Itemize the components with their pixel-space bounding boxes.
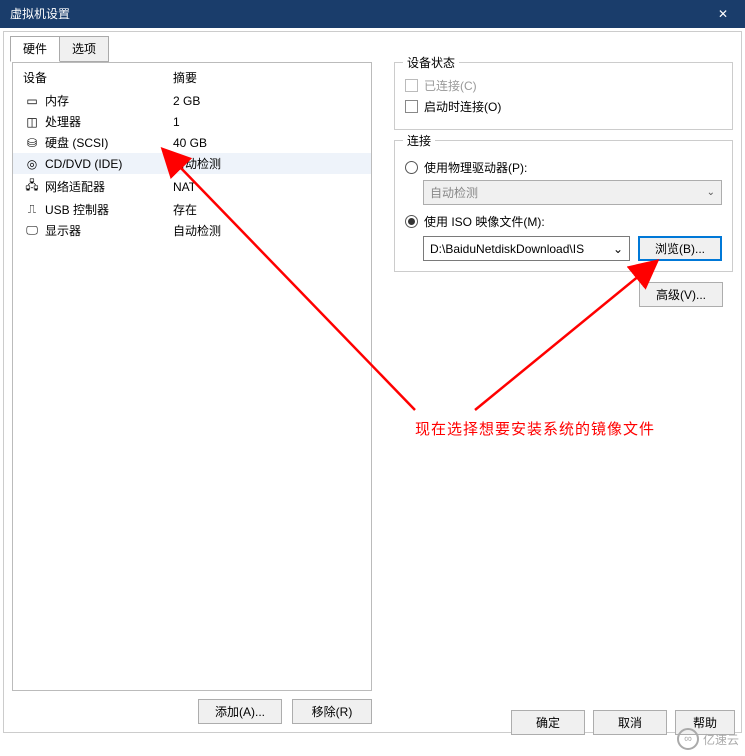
device-row-network[interactable]: 🖧 网络适配器 NAT bbox=[13, 174, 371, 199]
iso-path-value: D:\BaiduNetdiskDownload\IS bbox=[430, 242, 584, 256]
cpu-icon: ◫ bbox=[23, 115, 41, 129]
advanced-button[interactable]: 高级(V)... bbox=[639, 282, 723, 307]
device-row-display[interactable]: 🖵 显示器 自动检测 bbox=[13, 220, 371, 241]
device-summary: 自动检测 bbox=[173, 155, 221, 172]
checkbox-icon bbox=[405, 100, 418, 113]
browse-button[interactable]: 浏览(B)... bbox=[638, 236, 722, 261]
device-summary: 40 GB bbox=[173, 136, 207, 150]
connected-label: 已连接(C) bbox=[424, 77, 477, 94]
device-row-cddvd[interactable]: ◎ CD/DVD (IDE) 自动检测 bbox=[13, 153, 371, 174]
display-icon: 🖵 bbox=[23, 223, 41, 238]
cancel-button[interactable]: 取消 bbox=[593, 710, 667, 735]
dialog-frame: 硬件 选项 设备 摘要 ▭ 内存 2 GB ◫ 处理器 1 bbox=[3, 31, 742, 733]
device-name: USB 控制器 bbox=[45, 201, 173, 218]
connected-checkbox: 已连接(C) bbox=[405, 77, 722, 94]
chevron-down-icon: ⌄ bbox=[613, 242, 623, 256]
add-label: 添加(A)... bbox=[215, 705, 265, 719]
connection-group: 连接 使用物理驱动器(P): 自动检测 ⌄ 使用 ISO 映像文件(M): D:… bbox=[394, 140, 733, 272]
watermark: ∞ 亿速云 bbox=[677, 728, 739, 750]
ok-button[interactable]: 确定 bbox=[511, 710, 585, 735]
tab-options-label: 选项 bbox=[72, 42, 96, 56]
device-row-memory[interactable]: ▭ 内存 2 GB bbox=[13, 90, 371, 111]
device-name: 硬盘 (SCSI) bbox=[45, 134, 173, 151]
poweron-label: 启动时连接(O) bbox=[424, 98, 501, 115]
watermark-label: 亿速云 bbox=[703, 731, 739, 748]
tab-hardware-label: 硬件 bbox=[23, 42, 47, 56]
device-name: 网络适配器 bbox=[45, 178, 173, 195]
radio-icon bbox=[405, 161, 418, 174]
chevron-down-icon: ⌄ bbox=[707, 187, 715, 198]
device-name: 内存 bbox=[45, 92, 173, 109]
radio-icon bbox=[405, 215, 418, 228]
watermark-logo-icon: ∞ bbox=[677, 728, 699, 750]
network-icon: 🖧 bbox=[23, 176, 41, 197]
group-title: 连接 bbox=[403, 132, 435, 149]
connect-at-poweron-checkbox[interactable]: 启动时连接(O) bbox=[405, 98, 722, 115]
browse-label: 浏览(B)... bbox=[655, 242, 705, 256]
use-iso-label: 使用 ISO 映像文件(M): bbox=[424, 213, 545, 230]
col-summary: 摘要 bbox=[173, 69, 197, 86]
device-summary: 2 GB bbox=[173, 94, 200, 108]
remove-label: 移除(R) bbox=[312, 705, 353, 719]
checkbox-icon bbox=[405, 79, 418, 92]
use-iso-radio[interactable]: 使用 ISO 映像文件(M): bbox=[405, 213, 722, 230]
device-summary: NAT bbox=[173, 180, 196, 194]
window-title: 虚拟机设置 bbox=[10, 0, 70, 28]
device-row-hdd[interactable]: ⛁ 硬盘 (SCSI) 40 GB bbox=[13, 132, 371, 153]
device-summary: 1 bbox=[173, 115, 180, 129]
tab-strip: 硬件 选项 bbox=[10, 36, 108, 62]
group-title: 设备状态 bbox=[403, 54, 459, 71]
cd-icon: ◎ bbox=[23, 157, 41, 171]
close-button[interactable]: ✕ bbox=[701, 0, 745, 28]
device-row-cpu[interactable]: ◫ 处理器 1 bbox=[13, 111, 371, 132]
device-name: 显示器 bbox=[45, 222, 173, 239]
col-device: 设备 bbox=[23, 69, 173, 86]
device-list[interactable]: 设备 摘要 ▭ 内存 2 GB ◫ 处理器 1 ⛁ 硬盘 (SCSI) 40 G… bbox=[12, 62, 372, 691]
use-physical-radio[interactable]: 使用物理驱动器(P): bbox=[405, 159, 722, 176]
annotation-text: 现在选择想要安装系统的镜像文件 bbox=[415, 418, 655, 439]
hdd-icon: ⛁ bbox=[23, 136, 41, 150]
cancel-label: 取消 bbox=[618, 716, 642, 730]
usb-icon: ⎍ bbox=[23, 202, 41, 217]
use-physical-label: 使用物理驱动器(P): bbox=[424, 159, 527, 176]
title-bar: 虚拟机设置 ✕ bbox=[0, 0, 745, 28]
close-icon: ✕ bbox=[718, 0, 728, 28]
device-list-header: 设备 摘要 bbox=[13, 63, 371, 90]
memory-icon: ▭ bbox=[23, 94, 41, 108]
iso-path-combo[interactable]: D:\BaiduNetdiskDownload\IS ⌄ bbox=[423, 236, 630, 261]
device-summary: 存在 bbox=[173, 201, 197, 218]
device-summary: 自动检测 bbox=[173, 222, 221, 239]
device-name: 处理器 bbox=[45, 113, 173, 130]
device-status-group: 设备状态 已连接(C) 启动时连接(O) bbox=[394, 62, 733, 130]
tab-options[interactable]: 选项 bbox=[59, 36, 109, 62]
advanced-label: 高级(V)... bbox=[656, 288, 706, 302]
device-row-usb[interactable]: ⎍ USB 控制器 存在 bbox=[13, 199, 371, 220]
tab-hardware[interactable]: 硬件 bbox=[10, 36, 60, 62]
add-device-button[interactable]: 添加(A)... bbox=[198, 699, 282, 724]
ok-label: 确定 bbox=[536, 716, 560, 730]
auto-detect-label: 自动检测 bbox=[430, 184, 478, 201]
device-name: CD/DVD (IDE) bbox=[45, 157, 173, 171]
remove-device-button[interactable]: 移除(R) bbox=[292, 699, 372, 724]
physical-drive-select: 自动检测 ⌄ bbox=[423, 180, 722, 205]
